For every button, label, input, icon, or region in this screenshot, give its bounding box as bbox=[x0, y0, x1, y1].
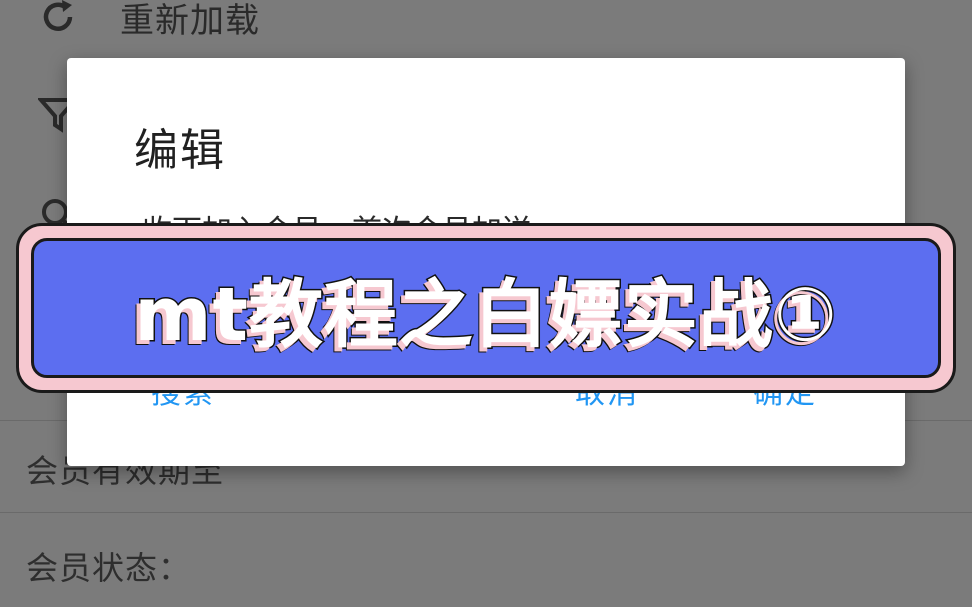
dialog-title: 编辑 bbox=[134, 125, 226, 176]
menu-item-label: 重新加载 bbox=[120, 0, 260, 41]
reload-icon bbox=[38, 0, 78, 37]
menu-item-reload[interactable]: 重新加载 bbox=[0, 0, 972, 52]
caption-text: mt教程之白嫖实战① bbox=[133, 270, 838, 359]
caption-banner-inner: mt教程之白嫖实战① bbox=[31, 238, 941, 378]
caption-banner: mt教程之白嫖实战① bbox=[16, 223, 956, 393]
divider bbox=[0, 512, 972, 513]
member-status-label: 会员状态： bbox=[26, 549, 192, 587]
